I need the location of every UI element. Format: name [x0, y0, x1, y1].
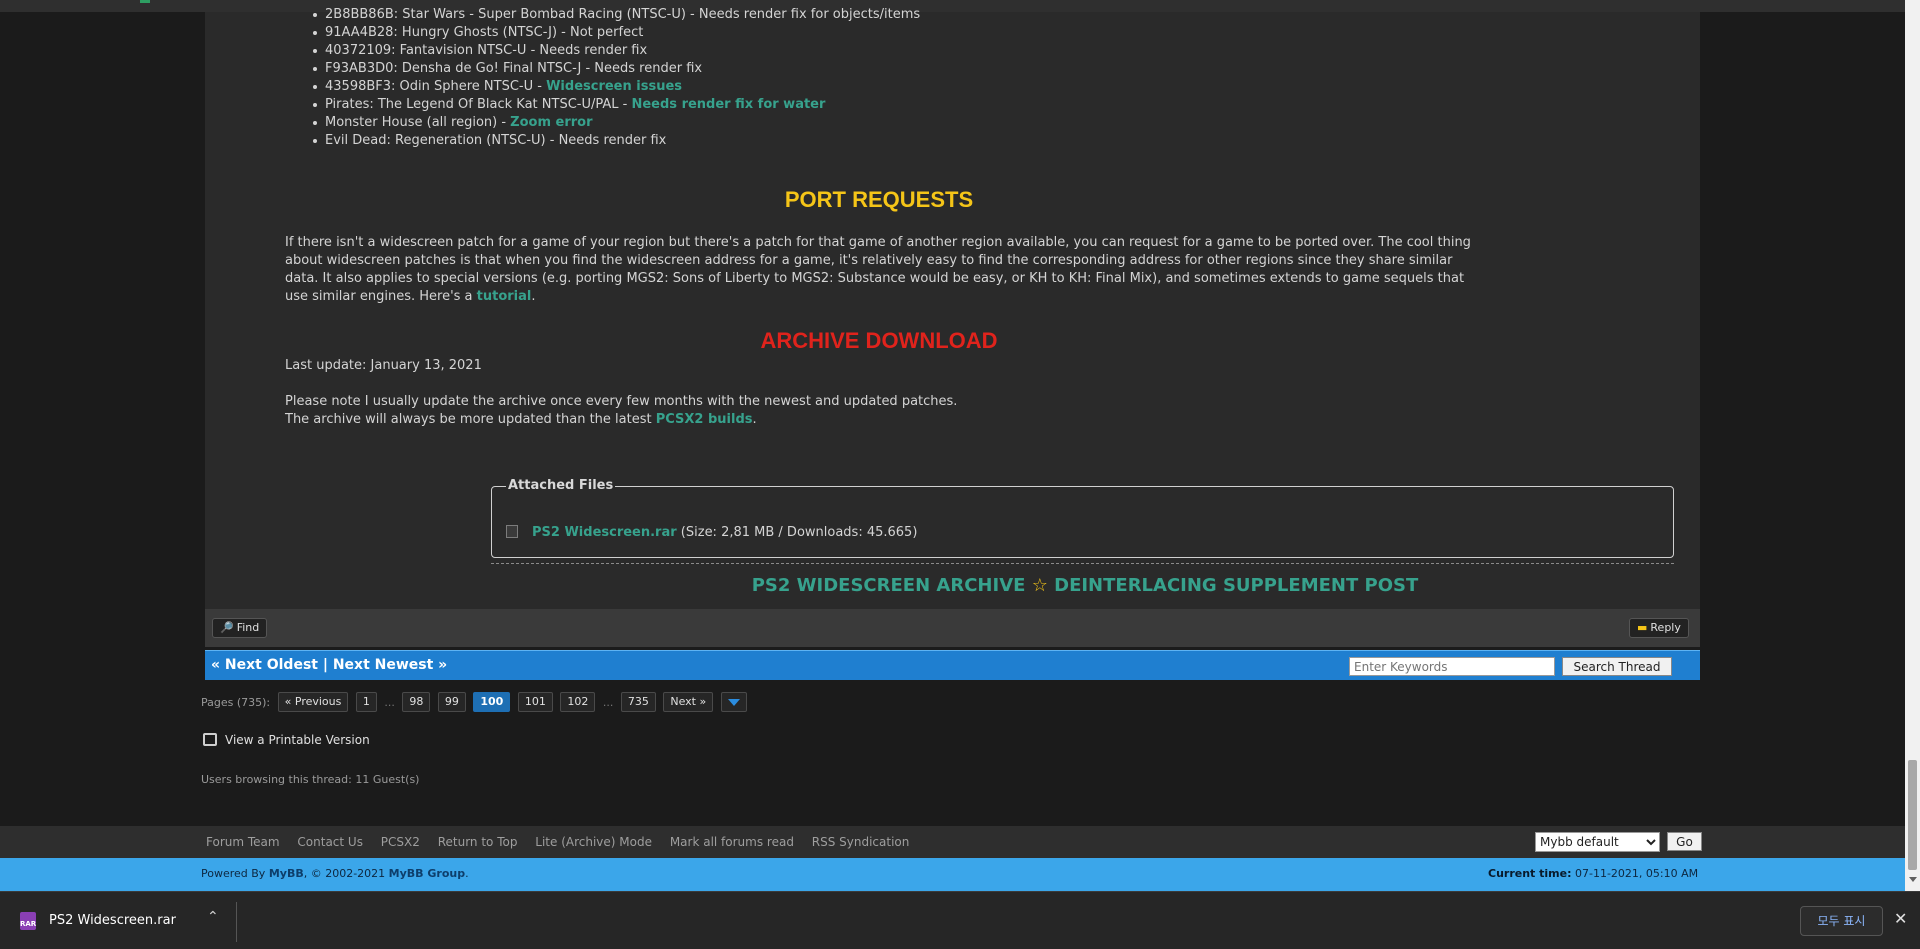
list-item: Monster House (all region) - Zoom error	[285, 114, 920, 132]
page-link[interactable]: 101	[517, 692, 553, 712]
mybb-link[interactable]: MyBB	[269, 867, 304, 880]
supplement-link[interactable]: PS2 WIDESCREEN ARCHIVE ☆ DEINTERLACING S…	[491, 575, 1679, 596]
reply-icon: ▬	[1637, 621, 1648, 634]
attached-files-legend: Attached Files	[506, 478, 616, 493]
attached-file: PS2 Widescreen.rar (Size: 2,81 MB / Down…	[506, 525, 917, 540]
tab-indicator	[140, 0, 150, 3]
find-button[interactable]: 🔎 Find	[212, 618, 268, 638]
search-thread-button[interactable]: Search Thread	[1562, 657, 1672, 676]
download-item-name[interactable]: PS2 Widescreen.rar	[49, 913, 176, 928]
printer-icon	[203, 733, 217, 746]
pages-label: Pages (735):	[201, 695, 271, 709]
footer-links: Forum Team Contact Us PCSX2 Return to To…	[206, 835, 923, 849]
browser-download-bar: RAR PS2 Widescreen.rar ⌃ 모두 표시 ✕	[0, 891, 1920, 949]
tutorial-link[interactable]: tutorial	[477, 289, 532, 304]
chevron-down-icon	[727, 698, 740, 706]
printable-version-link[interactable]: View a Printable Version	[203, 733, 370, 747]
list-item: 91AA4B28: Hungry Ghosts (NTSC-J) - Not p…	[285, 24, 920, 42]
current-page: 100	[473, 692, 511, 712]
widescreen-issues-link[interactable]: Widescreen issues	[546, 79, 682, 94]
page-jump-dropdown[interactable]	[720, 692, 747, 712]
attachment-link[interactable]: PS2 Widescreen.rar	[532, 525, 677, 540]
footer-link-contact-us[interactable]: Contact Us	[297, 835, 363, 849]
footer-link-mark-read[interactable]: Mark all forums read	[670, 835, 794, 849]
ellipsis: ...	[602, 695, 614, 709]
pcsx2-builds-link[interactable]: PCSX2 builds	[656, 412, 753, 427]
list-item: 2B8BB86B: Star Wars - Super Bombad Racin…	[285, 6, 920, 24]
last-update-text: Last update: January 13, 2021	[285, 358, 482, 373]
scrollbar-thumb[interactable]	[1908, 760, 1917, 870]
port-requests-heading: PORT REQUESTS	[784, 187, 974, 212]
scroll-down-arrow-icon[interactable]	[1909, 877, 1917, 882]
footer-link-rss[interactable]: RSS Syndication	[812, 835, 910, 849]
page-link[interactable]: 1	[355, 692, 377, 712]
footer-link-pcsx2[interactable]: PCSX2	[381, 835, 420, 849]
footer-links-bar: Forum Team Contact Us PCSX2 Return to To…	[0, 826, 1920, 858]
page-link[interactable]: 99	[437, 692, 466, 712]
page-link[interactable]: 102	[560, 692, 596, 712]
show-all-button[interactable]: 모두 표시	[1800, 906, 1883, 936]
page-scrollbar[interactable]	[1905, 0, 1920, 891]
attached-files-box: Attached Files PS2 Widescreen.rar (Size:…	[491, 478, 1674, 558]
next-oldest-newest-links[interactable]: « Next Oldest | Next Newest »	[211, 657, 447, 673]
star-icon: ☆	[1031, 575, 1048, 596]
list-item: F93AB3D0: Densha de Go! Final NTSC-J - N…	[285, 60, 920, 78]
ellipsis: ...	[384, 695, 395, 709]
issues-list: 2B8BB86B: Star Wars - Super Bombad Racin…	[285, 6, 920, 150]
thread-navigation-bar: « Next Oldest | Next Newest » Search Thr…	[205, 650, 1700, 680]
theme-go-button[interactable]: Go	[1667, 832, 1702, 851]
archive-note: Please note I usually update the archive…	[285, 394, 958, 427]
previous-page-button[interactable]: « Previous	[277, 692, 349, 712]
footer-bar: Powered By MyBB, © 2002-2021 MyBB Group.…	[0, 858, 1920, 891]
list-item: Evil Dead: Regeneration (NTSC-U) - Needs…	[285, 132, 920, 150]
current-time: Current time: 07-11-2021, 05:10 AM	[1488, 867, 1699, 880]
magnifier-icon: 🔎	[220, 621, 234, 634]
mybb-group-link[interactable]: MyBB Group	[389, 867, 465, 880]
list-item: Pirates: The Legend Of Black Kat NTSC-U/…	[285, 96, 920, 114]
page-link[interactable]: 98	[402, 692, 431, 712]
powered-by-text: Powered By MyBB, © 2002-2021 MyBB Group.	[201, 867, 469, 880]
separator	[236, 902, 237, 942]
post-tools-bar: 🔎 Find ▬ Reply	[205, 609, 1700, 647]
divider	[491, 563, 1674, 564]
render-fix-water-link[interactable]: Needs render fix for water	[631, 97, 825, 112]
footer-link-return-to-top[interactable]: Return to Top	[438, 835, 518, 849]
archive-download-heading: ARCHIVE DOWNLOAD	[760, 328, 998, 353]
pagination: Pages (735): « Previous 1 ... 98 99 100 …	[201, 692, 751, 714]
port-requests-paragraph: If there isn't a widescreen patch for a …	[285, 235, 1471, 304]
reply-button[interactable]: ▬ Reply	[1629, 618, 1689, 638]
page-link[interactable]: 735	[620, 692, 656, 712]
footer-link-forum-team[interactable]: Forum Team	[206, 835, 280, 849]
search-keywords-input[interactable]	[1349, 657, 1555, 676]
chevron-up-icon[interactable]: ⌃	[207, 909, 219, 925]
next-page-button[interactable]: Next »	[663, 692, 714, 712]
zoom-error-link[interactable]: Zoom error	[510, 115, 592, 130]
footer-link-lite-mode[interactable]: Lite (Archive) Mode	[535, 835, 652, 849]
rar-file-icon: RAR	[20, 912, 36, 930]
list-item: 43598BF3: Odin Sphere NTSC-U - Widescree…	[285, 78, 920, 96]
theme-select[interactable]: Mybb default	[1535, 832, 1660, 852]
close-icon[interactable]: ✕	[1894, 909, 1907, 928]
list-item: 40372109: Fantavision NTSC-U - Needs ren…	[285, 42, 920, 60]
users-browsing-text: Users browsing this thread: 11 Guest(s)	[201, 773, 420, 786]
file-icon	[506, 525, 518, 538]
